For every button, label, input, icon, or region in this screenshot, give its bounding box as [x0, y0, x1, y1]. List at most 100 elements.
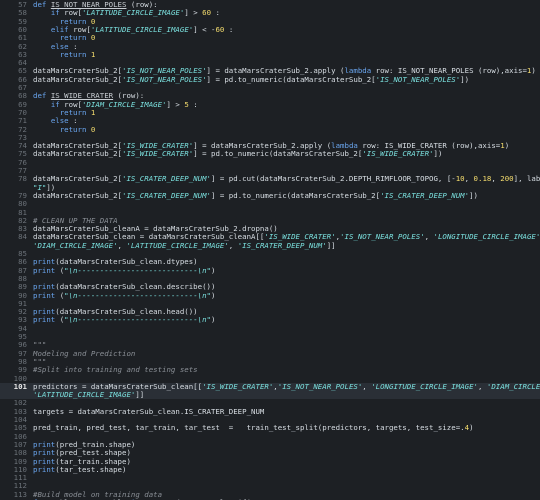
code-token: 'IS_NOT_NEAR_POLES' — [375, 74, 461, 84]
code-token: ) — [211, 290, 216, 300]
code-text: return 1 — [33, 49, 96, 59]
code-token: ] = pd.to_numeric(dataMarsCraterSub_2[ — [206, 74, 376, 84]
code-token: ] < - — [193, 24, 216, 34]
code-token: 0 — [90, 33, 96, 43]
code-token: ]) — [433, 149, 443, 159]
code-token: ] = pd.to_numeric(dataMarsCraterSub_2[ — [193, 149, 363, 159]
code-token: dataMarsCraterSub_2[ — [33, 74, 122, 84]
code-token: ) — [531, 66, 536, 76]
code-line[interactable]: 87 print ("\n---------------------------\… — [0, 265, 540, 275]
code-line[interactable]: 75 dataMarsCraterSub_2['IS_WIDE_CRATER'] … — [0, 149, 540, 159]
code-token: 1 — [90, 107, 96, 117]
code-line[interactable]: 61 return 0 — [0, 33, 540, 43]
code-token: ]) — [460, 74, 470, 84]
code-token: 'IS_WIDE_CRATER' — [122, 149, 194, 159]
code-line[interactable]: 79 dataMarsCraterSub_2['IS_CRATER_DEEP_NU… — [0, 190, 540, 200]
code-token: : — [188, 99, 198, 109]
code-token: ] > — [184, 8, 203, 18]
code-token: targets = dataMarsCraterSub_clean.IS_CRA… — [33, 406, 265, 416]
code-text: #Split into training and testing sets — [33, 366, 198, 374]
code-token: 'IS_NOT_NEAR_POLES' — [340, 232, 425, 242]
code-token: , — [228, 240, 238, 250]
code-text: print ("\n---------------------------\n"… — [33, 290, 216, 300]
code-line[interactable]: 97 Modeling and Prediction — [0, 348, 540, 358]
code-token: "\n---------------------------\n" — [64, 315, 211, 325]
code-token: ]] — [135, 390, 145, 400]
code-token: 'IS_CRATER_DEEP_NUM' — [237, 240, 327, 250]
code-token: ) — [469, 423, 474, 433]
code-token: , — [464, 174, 474, 184]
code-text: Modeling and Prediction — [33, 348, 136, 358]
code-token: "\n---------------------------\n" — [64, 290, 211, 300]
code-line[interactable]: 70 return 1 — [0, 107, 540, 117]
code-token: 'IS_CRATER_DEEP_NUM' — [380, 190, 470, 200]
code-token: print — [33, 265, 56, 275]
code-token: print — [33, 464, 56, 474]
code-token: (tar_test.shape) — [55, 464, 127, 474]
code-token: Modeling and Prediction — [33, 348, 136, 358]
code-token: 'LATITUDE_CIRCLE_IMAGE' — [126, 240, 229, 250]
code-token: 0 — [90, 124, 96, 134]
code-token: 'DIAM_CIRCLE_IMAGE' — [486, 381, 540, 391]
code-token: 200 — [500, 174, 514, 184]
code-line[interactable]: 110 print(tar_test.shape) — [0, 464, 540, 474]
code-line[interactable]: 90 print ("\n---------------------------\… — [0, 290, 540, 300]
code-token: print — [33, 315, 56, 325]
line-number: 84 — [18, 232, 27, 242]
code-line[interactable]: 78 dataMarsCraterSub_2['IS_CRATER_DEEP_NU… — [0, 174, 540, 184]
code-token: 'LATITUDE_CIRCLE_IMAGE' — [33, 390, 136, 400]
code-token: print — [33, 290, 56, 300]
code-token: #Split into training and testing sets — [33, 365, 198, 375]
code-token: , — [478, 381, 487, 391]
code-line[interactable]: 111 — [0, 473, 540, 482]
code-line[interactable]: 94 — [0, 324, 540, 333]
code-token: 'LONGITUDE_CIRCLE_IMAGE' — [371, 381, 478, 391]
code-token: , — [491, 174, 501, 184]
code-token: ( — [55, 265, 65, 275]
code-editor[interactable]: 57 def IS_NOT_NEAR_POLES (row): 58 if row[… — [0, 0, 540, 500]
code-text: 'LATITUDE_CIRCLE_IMAGE']] — [33, 390, 145, 400]
code-line[interactable]: 99 #Split into training and testing sets — [0, 365, 540, 374]
code-token: ) — [211, 315, 216, 325]
code-token: dataMarsCraterSub_2[ — [33, 149, 122, 159]
code-token: : — [224, 24, 234, 34]
line-number: 78 — [18, 174, 27, 184]
code-token: 'IS_CRATER_DEEP_NUM' — [122, 174, 211, 184]
code-line[interactable]: 76 — [0, 158, 540, 167]
code-token: 'LATITUDE_CIRCLE_IMAGE' — [90, 24, 194, 34]
code-token: pred_train, pred_test, tar_train, tar_te… — [33, 423, 465, 433]
code-line[interactable]: 105 pred_train, pred_test, tar_train, tar… — [0, 423, 540, 433]
code-token: ) — [211, 265, 216, 275]
code-line[interactable]: 93 print ("\n---------------------------\… — [0, 316, 540, 325]
code-token: 'LATITUDE_CIRCLE_IMAGE' — [81, 8, 185, 18]
code-token: 10 — [455, 174, 465, 184]
code-text: print ("\n---------------------------\n"… — [33, 316, 215, 324]
code-token: 'IS_NOT_NEAR_POLES' — [122, 74, 207, 84]
code-text: targets = dataMarsCraterSub_clean.IS_CRA… — [33, 406, 265, 416]
code-token: ( — [55, 290, 65, 300]
code-token: , — [362, 381, 372, 391]
code-token: 60 — [202, 8, 212, 18]
code-line[interactable]: 'DIAM_CIRCLE_IMAGE', 'LATITUDE_CIRCLE_IM… — [0, 240, 540, 250]
code-line[interactable]: 'LATITUDE_CIRCLE_IMAGE']] — [0, 390, 540, 400]
code-token: 'DIAM_CIRCLE_IMAGE' — [33, 240, 118, 250]
code-token: 'IS_WIDE_CRATER' — [202, 381, 274, 391]
code-line[interactable]: 72 return 0 — [0, 124, 540, 134]
code-token: 'IS_NOT_NEAR_POLES' — [277, 381, 363, 391]
code-token: ) — [504, 141, 510, 151]
code-line[interactable]: 80 — [0, 199, 540, 208]
code-line[interactable]: 63 return 1 — [0, 49, 540, 59]
code-line[interactable]: 95 — [0, 332, 540, 341]
code-token: ] > — [166, 99, 185, 109]
code-line[interactable]: 103 targets = dataMarsCraterSub_clean.IS_… — [0, 406, 540, 416]
code-token: return — [59, 49, 87, 59]
code-text: print(tar_test.shape) — [33, 464, 127, 474]
code-token: 1 — [90, 49, 96, 59]
code-line[interactable]: 66 dataMarsCraterSub_2['IS_NOT_NEAR_POLES… — [0, 74, 540, 84]
code-token: ] = pd.cut(dataMarsCraterSub_2.DEPTH_RIM… — [211, 174, 456, 184]
code-token: ], labels=[ — [513, 174, 540, 184]
code-token: ]) — [469, 190, 478, 200]
code-text: return 0 — [33, 124, 96, 134]
code-token: ]] — [326, 240, 336, 250]
